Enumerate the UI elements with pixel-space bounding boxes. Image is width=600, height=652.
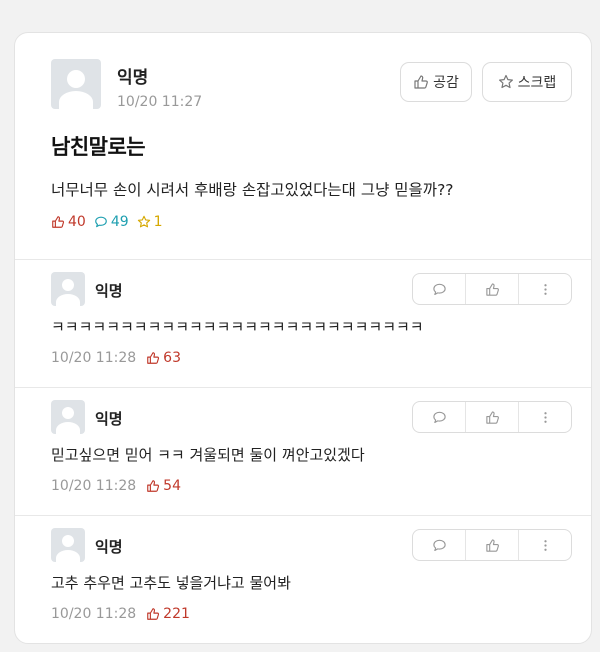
post-scrap-count-value: 1 [153, 214, 163, 230]
more-vertical-icon [543, 539, 547, 551]
scrap-button-label: 스크랩 [517, 75, 557, 91]
comment-item: 익명 ㅋㅋㅋㅋㅋㅋㅋㅋㅋㅋㅋㅋㅋㅋㅋㅋㅋㅋㅋㅋㅋㅋㅋㅋㅋㅋㅋ 10/20 11:… [15, 259, 591, 387]
comment-actions [412, 401, 572, 433]
post-comment-count-value: 49 [110, 214, 129, 230]
comment-reply-button[interactable] [413, 274, 466, 304]
thumbs-up-icon [485, 410, 499, 424]
post-like-count: 40 [51, 214, 86, 230]
more-vertical-icon [543, 283, 547, 295]
more-vertical-icon [543, 411, 547, 423]
thumbs-up-icon [52, 216, 65, 228]
comment-item: 익명 믿고싶으면 믿어 ㅋㅋ 겨울되면 둘이 껴안고있겠다 10/20 11:2… [15, 387, 591, 515]
comment-time: 10/20 11:28 [51, 606, 137, 622]
like-button-label: 공감 [433, 75, 459, 91]
post-card: 익명 10/20 11:27 공감 스크랩 남친말로는 너무너무 손이 시려서 … [14, 32, 592, 644]
post: 익명 10/20 11:27 공감 스크랩 남친말로는 너무너무 손이 시려서 … [15, 33, 591, 259]
comment-like-count: 63 [146, 350, 181, 366]
comment-like-count-value: 54 [163, 478, 181, 494]
comment-like-button[interactable] [466, 402, 519, 432]
comment-like-count-value: 221 [163, 606, 190, 622]
comment-avatar [51, 272, 85, 306]
post-author-avatar [51, 59, 101, 109]
post-like-count-value: 40 [68, 214, 86, 230]
comment-time: 10/20 11:28 [51, 478, 137, 494]
comment-like-button[interactable] [466, 274, 519, 304]
speech-bubble-icon [432, 283, 446, 295]
scrap-button[interactable]: 스크랩 [482, 62, 572, 102]
comment-meta: 10/20 11:28 63 [51, 350, 181, 366]
post-time: 10/20 11:27 [117, 94, 203, 110]
comment-reply-button[interactable] [413, 530, 466, 560]
post-scrap-count: 1 [137, 214, 163, 230]
like-button[interactable]: 공감 [400, 62, 472, 102]
comment-text: 고추 추우면 고추도 넣을거냐고 물어봐 [51, 574, 291, 592]
post-body: 너무너무 손이 시려서 후배랑 손잡고있었다는대 그냥 믿을까?? [51, 181, 454, 199]
comment-avatar [51, 400, 85, 434]
comment-actions [412, 529, 572, 561]
comment-meta: 10/20 11:28 54 [51, 478, 181, 494]
post-author: 익명 [117, 68, 149, 88]
post-stats: 40 49 1 [51, 214, 163, 230]
comment-author: 익명 [95, 538, 123, 556]
comment-like-count: 221 [146, 606, 190, 622]
speech-bubble-icon [95, 216, 107, 228]
comment-text: ㅋㅋㅋㅋㅋㅋㅋㅋㅋㅋㅋㅋㅋㅋㅋㅋㅋㅋㅋㅋㅋㅋㅋㅋㅋㅋㅋ [51, 318, 424, 336]
comment-like-count-value: 63 [163, 350, 181, 366]
comment-item: 익명 고추 추우면 고추도 넣을거냐고 물어봐 10/20 11:28 221 [15, 515, 591, 643]
comment-like-button[interactable] [466, 530, 519, 560]
post-title: 남친말로는 [51, 135, 146, 159]
thumbs-up-icon [147, 608, 160, 620]
speech-bubble-icon [432, 411, 446, 423]
thumbs-up-icon [485, 282, 499, 296]
comment-meta: 10/20 11:28 221 [51, 606, 190, 622]
star-icon [137, 215, 150, 228]
comment-avatar [51, 528, 85, 562]
comment-more-button[interactable] [519, 402, 571, 432]
comment-like-count: 54 [146, 478, 181, 494]
speech-bubble-icon [432, 539, 446, 551]
thumbs-up-icon [414, 75, 428, 89]
comment-reply-button[interactable] [413, 402, 466, 432]
comment-author: 익명 [95, 410, 123, 428]
comment-actions [412, 273, 572, 305]
comment-time: 10/20 11:28 [51, 350, 137, 366]
star-icon [498, 74, 513, 89]
comment-text: 믿고싶으면 믿어 ㅋㅋ 겨울되면 둘이 껴안고있겠다 [51, 446, 365, 464]
post-comment-count: 49 [94, 214, 129, 230]
comment-author: 익명 [95, 282, 123, 300]
thumbs-up-icon [485, 538, 499, 552]
thumbs-up-icon [147, 480, 160, 492]
comment-more-button[interactable] [519, 274, 571, 304]
comment-more-button[interactable] [519, 530, 571, 560]
thumbs-up-icon [147, 352, 160, 364]
